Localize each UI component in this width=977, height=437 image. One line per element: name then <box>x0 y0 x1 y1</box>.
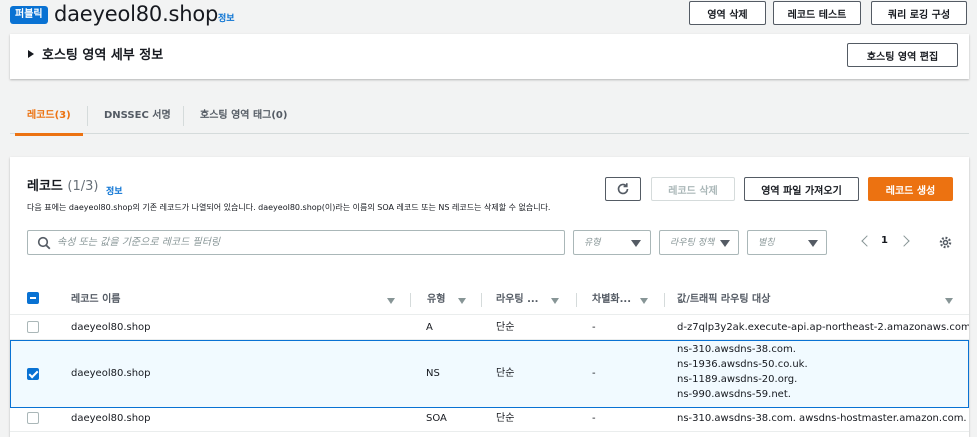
row-checkbox[interactable] <box>27 368 39 380</box>
records-heading: 레코드 (1/3) <box>27 179 99 195</box>
record-value: ns-310.awsdns-38.com. awsdns-hostmaster.… <box>677 413 967 424</box>
records-info-link[interactable]: 정보 <box>106 184 123 197</box>
sort-icon[interactable] <box>387 298 395 304</box>
column-header-record-name[interactable]: 레코드 이름 <box>71 293 120 307</box>
page-number[interactable]: 1 <box>881 235 888 246</box>
import-zone-file-button[interactable]: 영역 파일 가져오기 <box>744 177 859 201</box>
details-toggle[interactable]: 호스팅 영역 세부 정보 <box>28 48 163 64</box>
test-record-button[interactable]: 레코드 테스트 <box>773 1 861 25</box>
alias-filter-label: 별칭 <box>758 238 775 248</box>
caret-right-icon <box>28 50 34 58</box>
routing-filter-select[interactable]: 라우팅 정책 <box>659 230 739 255</box>
hosted-zone-details-panel: 호스팅 영역 세부 정보 호스팅 영역 편집 <box>10 34 969 79</box>
search-icon <box>37 236 51 250</box>
next-page-icon[interactable] <box>898 235 910 247</box>
delete-record-button[interactable]: 레코드 삭제 <box>651 177 735 201</box>
sort-icon[interactable] <box>458 298 466 304</box>
route53-hosted-zone-page: 퍼블릭 daeyeol80.shop 정보 영역 삭제 레코드 테스트 쿼리 로… <box>0 0 977 437</box>
record-value-line: ns-1936.awsdns-50.co.uk. <box>677 359 808 370</box>
column-header-differentiator[interactable]: 차별화... <box>592 293 631 307</box>
tab-records[interactable]: 레코드(3) <box>15 98 83 136</box>
column-header-value[interactable]: 값/트래픽 라우팅 대상 <box>677 293 770 307</box>
previous-page-icon[interactable] <box>861 235 873 247</box>
record-name: daeyeol80.shop <box>71 413 151 424</box>
caret-down-icon <box>631 240 641 247</box>
search-input[interactable]: 속성 또는 값을 기준으로 레코드 필터링 <box>27 230 565 255</box>
settings-gear-icon[interactable] <box>939 236 952 249</box>
search-placeholder: 속성 또는 값을 기준으로 레코드 필터링 <box>57 237 221 248</box>
record-differentiator: - <box>592 413 596 424</box>
page-header: 퍼블릭 daeyeol80.shop 정보 영역 삭제 레코드 테스트 쿼리 로… <box>0 0 977 30</box>
table-row[interactable]: daeyeol80.shop A 단순 - d-z7qlp3y2ak.execu… <box>10 316 969 340</box>
sort-icon[interactable] <box>945 298 953 304</box>
record-type: A <box>426 322 433 333</box>
column-divider <box>481 293 482 307</box>
column-header-type[interactable]: 유형 <box>427 293 445 307</box>
caret-down-icon <box>808 240 818 247</box>
routing-filter-label: 라우팅 정책 <box>670 238 715 248</box>
select-all-checkbox[interactable] <box>27 292 39 304</box>
sort-icon[interactable] <box>551 298 559 304</box>
column-divider <box>410 293 411 307</box>
page-title: daeyeol80.shop <box>54 2 219 26</box>
record-routing: 단순 <box>496 368 515 379</box>
edit-hosted-zone-button[interactable]: 호스팅 영역 편집 <box>847 43 958 67</box>
records-count: (1/3) <box>67 179 99 194</box>
type-filter-select[interactable]: 유형 <box>573 230 651 255</box>
details-title: 호스팅 영역 세부 정보 <box>42 48 164 63</box>
row-checkbox[interactable] <box>27 412 39 424</box>
record-differentiator: - <box>592 322 596 333</box>
record-value-line: ns-990.awsdns-59.net. <box>677 389 791 400</box>
table-header: 레코드 이름 유형 라우팅 ... 차별화... 값/트래픽 라우팅 대상 <box>10 285 969 315</box>
record-routing: 단순 <box>496 322 515 333</box>
info-link[interactable]: 정보 <box>218 11 235 24</box>
column-divider <box>576 293 577 307</box>
record-routing: 단순 <box>496 413 515 424</box>
tab-dnssec[interactable]: DNSSEC 서명 <box>104 98 171 134</box>
record-value-line: ns-310.awsdns-38.com. <box>677 344 796 355</box>
query-logging-button[interactable]: 쿼리 로깅 구성 <box>871 1 967 25</box>
row-checkbox[interactable] <box>27 321 39 333</box>
caret-down-icon <box>720 240 730 247</box>
record-name: daeyeol80.shop <box>71 368 151 379</box>
create-record-button[interactable]: 레코드 생성 <box>868 177 953 201</box>
public-badge: 퍼블릭 <box>10 6 48 24</box>
sort-icon[interactable] <box>640 298 648 304</box>
record-type: SOA <box>426 413 447 424</box>
tab-divider <box>183 106 184 126</box>
records-title: 레코드 <box>27 179 63 194</box>
tab-divider <box>87 106 88 126</box>
type-filter-label: 유형 <box>584 238 601 248</box>
record-type: NS <box>426 368 440 379</box>
record-value-line: ns-1189.awsdns-20.org. <box>677 374 798 385</box>
record-value: d-z7qlp3y2ak.execute-api.ap-northeast-2.… <box>677 322 969 333</box>
records-panel: 레코드 (1/3) 정보 다음 표에는 daeyeol80.shop의 기존 레… <box>10 157 969 437</box>
alias-filter-select[interactable]: 별칭 <box>747 230 827 255</box>
record-differentiator: - <box>592 368 596 379</box>
column-divider <box>664 293 665 307</box>
delete-zone-button[interactable]: 영역 삭제 <box>689 1 766 25</box>
records-description: 다음 표에는 daeyeol80.shop의 기존 레코드가 나열되어 있습니다… <box>27 203 551 212</box>
table-row[interactable]: daeyeol80.shop NS 단순 - ns-310.awsdns-38.… <box>10 340 969 408</box>
tab-bar: 레코드(3) DNSSEC 서명 호스팅 영역 태그(0) <box>10 98 969 136</box>
tab-hosted-zone-tags[interactable]: 호스팅 영역 태그(0) <box>200 98 287 134</box>
record-name: daeyeol80.shop <box>71 322 151 333</box>
refresh-button[interactable] <box>605 177 641 201</box>
refresh-icon <box>617 183 629 195</box>
column-header-routing[interactable]: 라우팅 ... <box>496 293 538 307</box>
table-row[interactable]: daeyeol80.shop SOA 단순 - ns-310.awsdns-38… <box>10 408 969 432</box>
